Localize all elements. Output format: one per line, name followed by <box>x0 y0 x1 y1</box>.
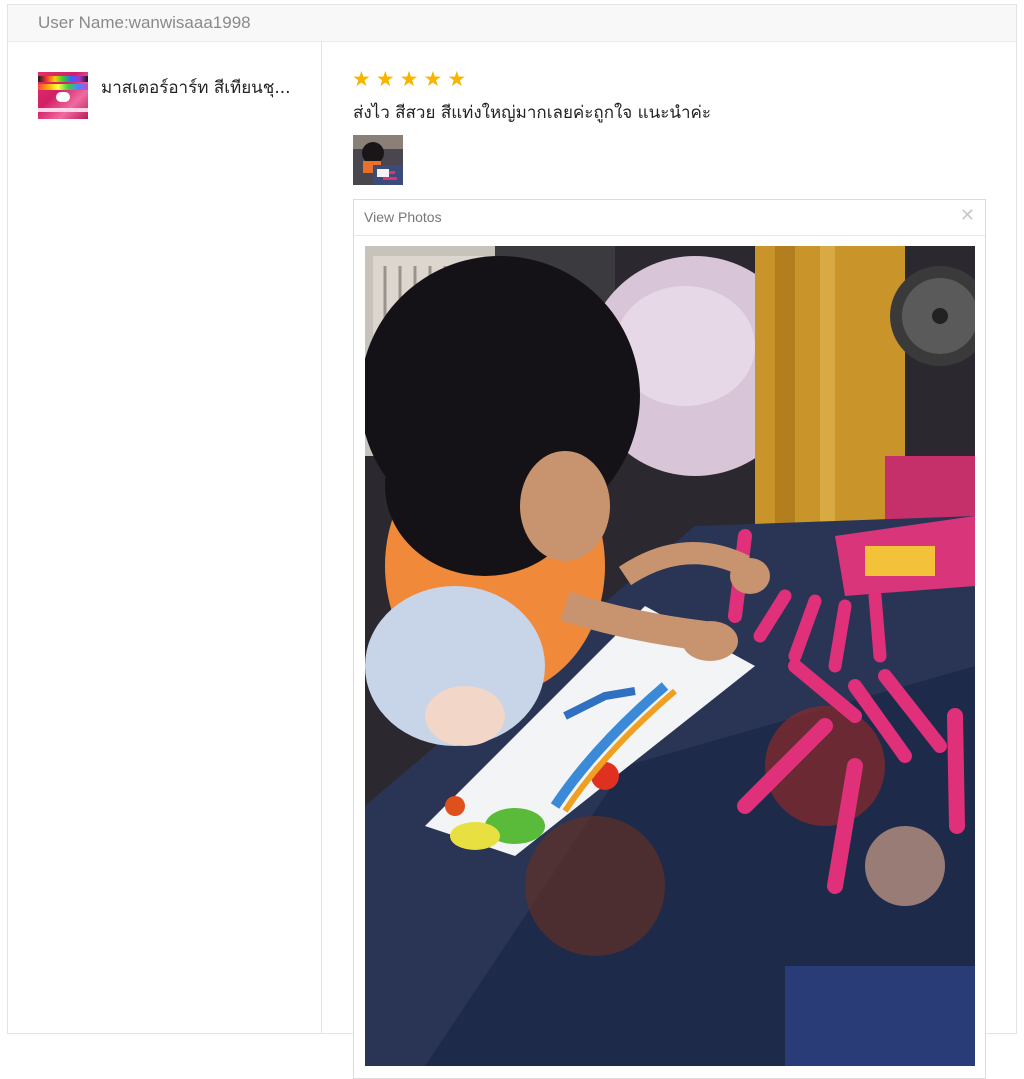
product-column: มาสเตอร์อาร์ท สีเทียนชุ... <box>8 41 322 1033</box>
review-card: User Name:wanwisaaa1998 มาสเตอร์อาร์ท สี… <box>7 4 1017 1079</box>
star-icon: ★ <box>399 67 419 91</box>
star-icon: ★ <box>352 67 371 91</box>
review-text: ส่งไว สีสวย สีแท่งใหญ่มากเลยค่ะถูกใจ แนะ… <box>353 103 712 123</box>
photo-viewer-header: View Photos ✕ <box>354 200 985 236</box>
review-header: User Name:wanwisaaa1998 <box>8 5 1016 42</box>
brand-logo-icon <box>56 92 70 102</box>
photo-viewer-title: View Photos <box>364 209 442 225</box>
review-photo <box>365 246 975 1066</box>
review-photo-thumbnail[interactable] <box>353 135 403 185</box>
photo-viewer: View Photos ✕ <box>353 199 986 1079</box>
rating-stars: ★ ★ ★ ★ ★ <box>352 69 466 90</box>
star-icon: ★ <box>375 67 395 91</box>
user-name: User Name:wanwisaaa1998 <box>38 13 251 32</box>
star-icon: ★ <box>447 67 467 91</box>
product-title[interactable]: มาสเตอร์อาร์ท สีเทียนชุ... <box>101 74 301 101</box>
product-thumbnail[interactable] <box>38 72 88 119</box>
star-icon: ★ <box>423 67 443 91</box>
close-icon[interactable]: ✕ <box>960 207 975 225</box>
review-column: ★ ★ ★ ★ ★ ส่งไว สีสวย สีแท่งใหญ่มากเลยค่… <box>322 41 1016 1079</box>
